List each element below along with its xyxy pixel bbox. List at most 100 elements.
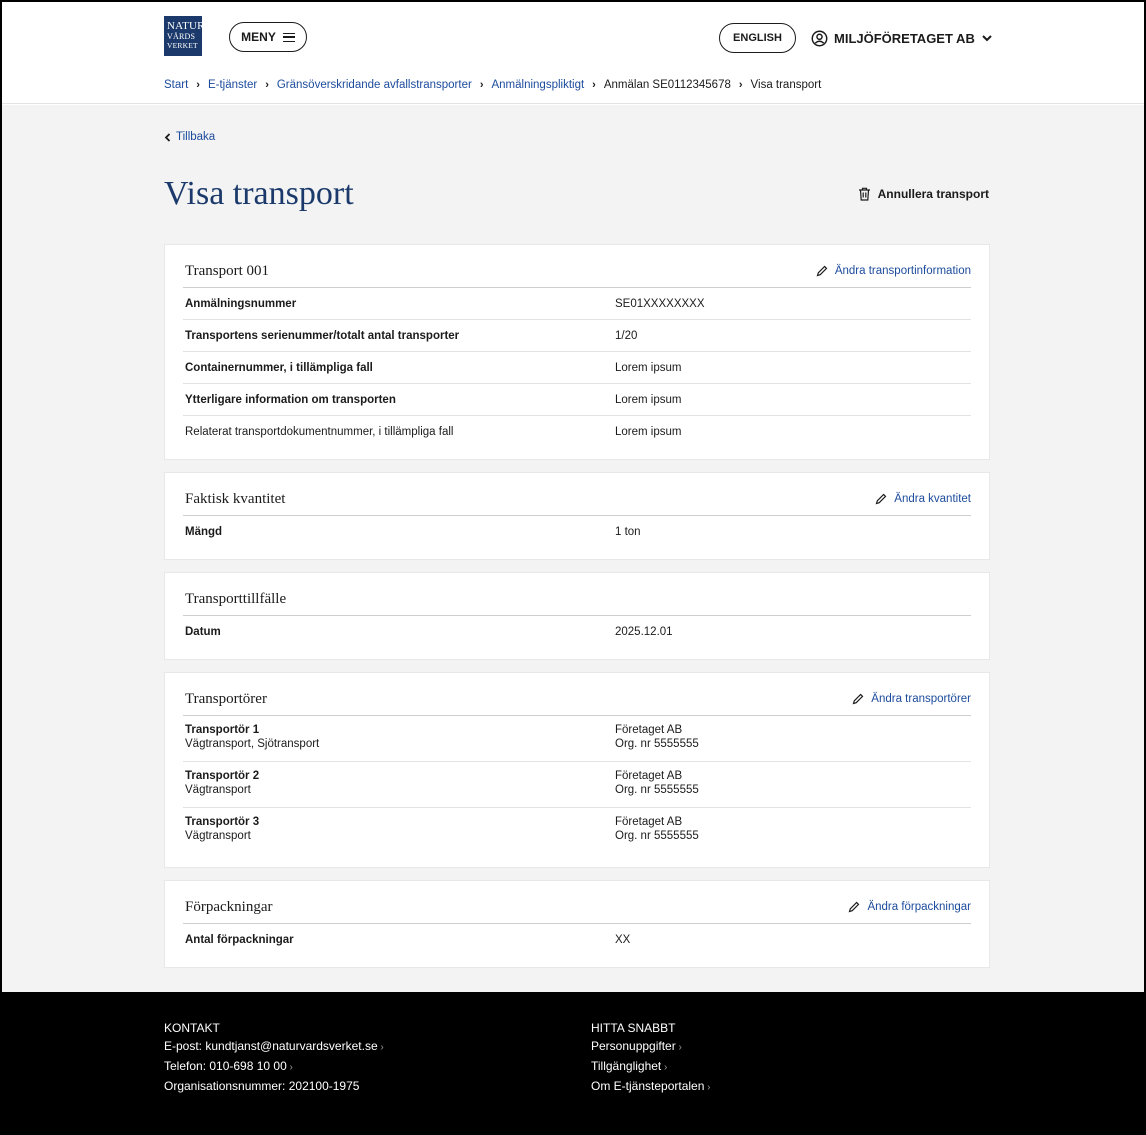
carrier-label: Transportör 3 Vägtransport [183,816,615,854]
card-header: Transportörer Ändra transportörer [183,673,971,716]
carrier-transport-type: Vägtransport [185,784,251,796]
breadcrumb-current: Visa transport [750,79,822,91]
footer-link-om-portalen[interactable]: Om E-tjänsteportalen [591,1077,711,1097]
breadcrumb-e-tjanster[interactable]: E-tjänster [208,79,257,91]
card-header: Transporttillfälle [183,573,971,616]
breadcrumb-start[interactable]: Start [164,79,188,91]
page-title: Visa transport [164,175,354,212]
site-header: NATUR VÅRDS VERKET MENY ENGLISH MILJÖFÖR… [0,0,1146,104]
info-row: Containernummer, i tillämpliga fall Lore… [183,352,971,384]
edit-label: Ändra transportörer [871,693,971,705]
breadcrumb-separator-icon: › [196,79,200,91]
info-row: Ytterligare information om transporten L… [183,384,971,416]
info-row: Antal förpackningar XX [183,924,971,956]
footer-quick-heading: HITTA SNABBT [591,1021,676,1035]
chevron-left-icon [164,132,171,142]
info-row: Mängd 1 ton [183,516,971,548]
footer-link-personuppgifter[interactable]: Personuppgifter [591,1037,711,1057]
carrier-label: Transportör 2 Vägtransport [183,770,615,807]
edit-label: Ändra förpackningar [867,901,971,913]
packaging-card: Förpackningar Ändra förpackningar Antal … [164,880,990,968]
quantity-card: Faktisk kvantitet Ändra kvantitet Mängd … [164,472,990,560]
carrier-value: Företaget AB Org. nr 5555555 [615,724,699,761]
carrier-transport-type: Vägtransport [185,830,251,842]
carrier-row: Transportör 2 Vägtransport Företaget AB … [183,762,971,808]
carrier-company: Företaget AB [615,770,683,782]
user-icon [811,30,828,46]
breadcrumb-separator-icon: › [479,79,484,91]
user-menu[interactable]: MILJÖFÖRETAGET AB [811,27,993,49]
row-label: Antal förpackningar [185,934,294,946]
card-title: Förpackningar [185,899,273,915]
edit-label: Ändra kvantitet [894,493,971,505]
carrier-name: Transportör 1 [185,724,260,736]
carrier-org-number: Org. nr 5555555 [615,738,699,750]
carrier-value: Företaget AB Org. nr 5555555 [615,816,699,854]
breadcrumb-separator-icon: › [592,79,596,91]
carrier-name: Transportör 3 [185,816,260,828]
carriers-card: Transportörer Ändra transportörer Transp… [164,672,990,868]
edit-transport-info-button[interactable]: Ändra transportinformation [816,265,971,277]
row-label: Datum [185,626,221,638]
naturvardsverket-logo[interactable]: NATUR VÅRDS VERKET [164,16,205,56]
logo-line2: VÅRDS [167,32,196,41]
language-button[interactable]: ENGLISH [719,23,796,53]
row-value: 1/20 [615,329,638,342]
carrier-row: Transportör 3 Vägtransport Företaget AB … [183,808,971,854]
row-label: Ytterligare information om transporten [185,393,396,406]
back-link[interactable]: Tillbaka [164,131,215,143]
row-value: SE01XXXXXXXX [615,297,705,310]
carrier-company: Företaget AB [615,816,683,828]
carrier-org-number: Org. nr 5555555 [615,784,699,796]
logo-line1: NATUR [167,20,205,32]
edit-quantity-button[interactable]: Ändra kvantitet [875,493,971,505]
row-label: Transportens serienummer/totalt antal tr… [185,329,460,342]
edit-carriers-button[interactable]: Ändra transportörer [852,693,971,705]
row-value: XX [615,934,631,946]
carrier-company: Företaget AB [615,724,683,736]
row-value: Lorem ipsum [615,393,682,406]
cancel-transport-button[interactable]: Annullera transport [858,187,989,201]
footer-contact: KONTAKT E-post: kundtjanst@naturvardsver… [164,1019,384,1095]
breadcrumb: Start › E-tjänster › Gränsöverskridande … [164,79,821,91]
menu-button[interactable]: MENY [229,22,307,52]
cancel-label: Annullera transport [877,187,989,201]
pencil-icon [849,901,860,913]
carrier-name: Transportör 2 [185,770,260,782]
breadcrumb-separator-icon: › [738,79,743,91]
main-content: Tillbaka Visa transport Annullera transp… [0,105,1146,992]
card-title: Faktisk kvantitet [185,491,286,507]
footer-org-number: Organisationsnummer: 202100-1975 [164,1079,360,1093]
trash-icon [858,187,870,201]
edit-packaging-button[interactable]: Ändra förpackningar [848,901,971,913]
menu-label: MENY [241,30,276,44]
transport-occasion-card: Transporttillfälle Datum 2025.12.01 [164,572,990,660]
row-label: Relaterat transportdokumentnummer, i til… [185,426,454,438]
pencil-icon [852,693,864,705]
info-row: Relaterat transportdokumentnummer, i til… [183,416,971,448]
card-header: Faktisk kvantitet Ändra kvantitet [183,473,971,516]
breadcrumb-separator-icon: › [265,79,269,91]
row-value: Lorem ipsum [615,361,682,374]
info-row: Transportens serienummer/totalt antal tr… [183,320,971,352]
transport-info-card: Transport 001 Ändra transportinformation… [164,244,990,460]
carrier-transport-type: Vägtransport, Sjötransport [185,738,320,750]
footer-email-link[interactable]: E-post: kundtjanst@naturvardsverket.se [164,1037,384,1057]
footer-link-tillganglighet[interactable]: Tillgänglighet [591,1057,711,1077]
breadcrumb-transports[interactable]: Gränsöverskridande avfallstransporter [277,79,472,91]
breadcrumb-notice: Anmälan SE0112345678 [603,79,731,91]
row-value: 1 ton [615,526,641,538]
chevron-down-icon [982,35,992,42]
language-label: ENGLISH [733,32,782,44]
carrier-value: Företaget AB Org. nr 5555555 [615,770,699,807]
footer-quick-links: HITTA SNABBT Personuppgifter Tillgänglig… [591,1019,711,1097]
edit-label: Ändra transportinformation [834,265,971,277]
footer-phone-link[interactable]: Telefon: 010-698 10 00 [164,1057,384,1077]
info-row: Anmälningsnummer SE01XXXXXXXX [183,288,971,320]
breadcrumb-anmalningspliktigt[interactable]: Anmälningspliktigt [491,79,584,91]
site-footer: KONTAKT E-post: kundtjanst@naturvardsver… [0,992,1146,1135]
row-value: Lorem ipsum [615,426,682,438]
user-name: MILJÖFÖRETAGET AB [834,30,975,46]
card-header: Förpackningar Ändra förpackningar [183,881,971,924]
info-row: Datum 2025.12.01 [183,616,971,648]
